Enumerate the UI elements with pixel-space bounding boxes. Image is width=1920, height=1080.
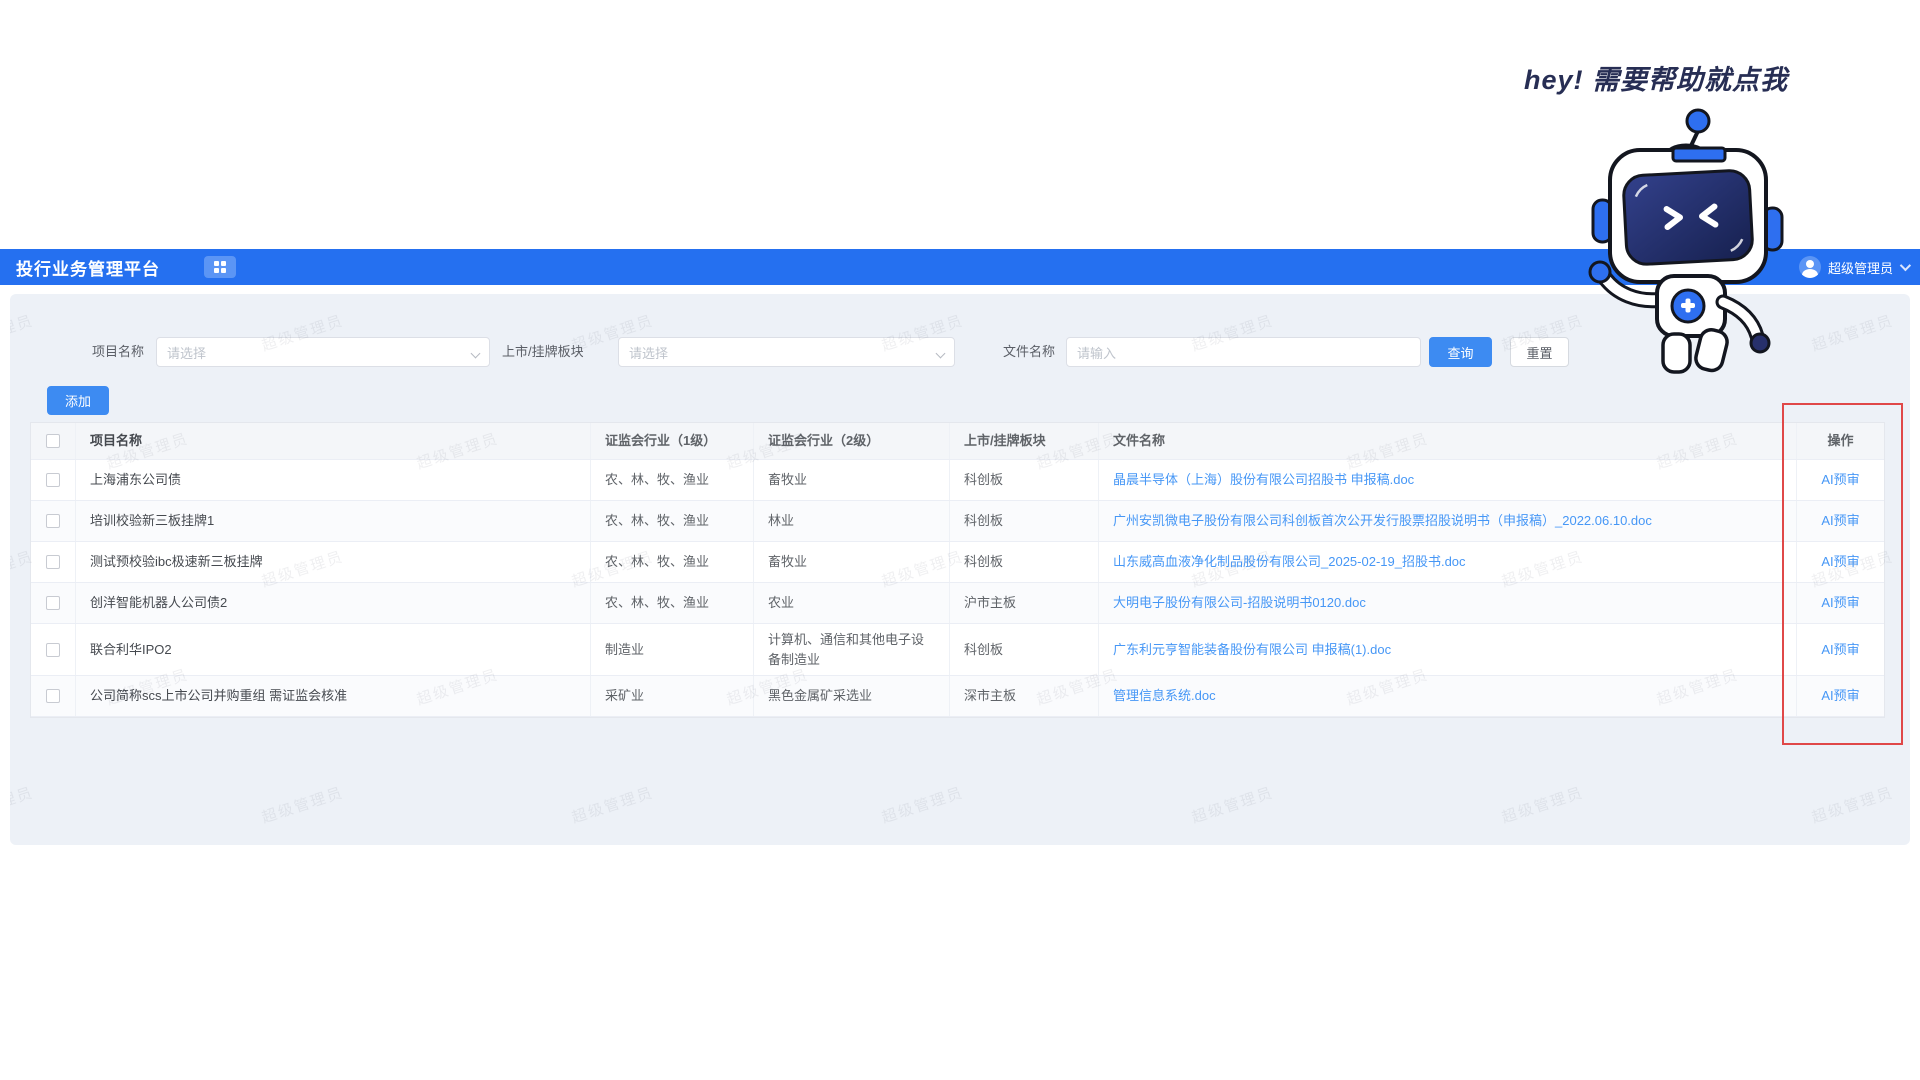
project-name-cell: 创洋智能机器人公司债2 <box>76 583 591 623</box>
col-header-industry1: 证监会行业（1级） <box>591 423 754 459</box>
table-row: 上海浦东公司债 农、林、牧、渔业 畜牧业 科创板 晶晨半导体（上海）股份有限公司… <box>31 460 1884 501</box>
table-row: 联合利华IPO2 制造业 计算机、通信和其他电子设备制造业 科创板 广东利元亨智… <box>31 624 1884 676</box>
chevron-down-icon <box>471 349 481 359</box>
row-checkbox[interactable] <box>46 643 60 657</box>
board-cell: 深市主板 <box>950 676 1099 716</box>
ai-review-link[interactable]: AI预审 <box>1821 552 1859 572</box>
file-link[interactable]: 广州安凯微电子股份有限公司科创板首次公开发行股票招股说明书（申报稿）_2022.… <box>1113 511 1652 531</box>
board-cell: 科创板 <box>950 542 1099 582</box>
file-link[interactable]: 管理信息系统.doc <box>1113 686 1216 706</box>
project-name-cell: 测试预校验ibc极速新三板挂牌 <box>76 542 591 582</box>
board-cell: 沪市主板 <box>950 583 1099 623</box>
row-checkbox[interactable] <box>46 473 60 487</box>
col-header-file: 文件名称 <box>1099 423 1797 459</box>
search-button[interactable]: 查询 <box>1429 337 1492 367</box>
row-checkbox[interactable] <box>46 555 60 569</box>
board-label: 上市/挂牌板块 <box>502 337 584 367</box>
col-header-action: 操作 <box>1797 423 1884 459</box>
file-name-input[interactable]: 请输入 <box>1066 337 1421 367</box>
board-cell: 科创板 <box>950 624 1099 675</box>
file-link[interactable]: 山东威高血液净化制品股份有限公司_2025-02-19_招股书.doc <box>1113 552 1466 572</box>
helper-bubble-text: hey! 需要帮助就点我 <box>1524 58 1884 97</box>
project-name-cell: 上海浦东公司债 <box>76 460 591 500</box>
watermark: 超级管理员 <box>879 781 966 827</box>
industry2-cell: 畜牧业 <box>754 542 950 582</box>
project-name-cell: 公司简称scs上市公司并购重组 需证监会核准 <box>76 676 591 716</box>
industry1-cell: 农、林、牧、渔业 <box>591 501 754 541</box>
projects-table: 项目名称 证监会行业（1级） 证监会行业（2级） 上市/挂牌板块 文件名称 操作… <box>30 422 1885 718</box>
select-all-checkbox[interactable] <box>46 434 60 448</box>
board-cell: 科创板 <box>950 460 1099 500</box>
add-button[interactable]: 添加 <box>47 386 109 415</box>
watermark: 超级管理员 <box>569 781 656 827</box>
file-link[interactable]: 晶晨半导体（上海）股份有限公司招股书 申报稿.doc <box>1113 470 1414 490</box>
file-link[interactable]: 广东利元亨智能装备股份有限公司 申报稿(1).doc <box>1113 640 1391 660</box>
col-header-industry2: 证监会行业（2级） <box>754 423 950 459</box>
row-checkbox[interactable] <box>46 514 60 528</box>
ai-review-link[interactable]: AI预审 <box>1821 686 1859 706</box>
industry1-cell: 采矿业 <box>591 676 754 716</box>
col-header-project: 项目名称 <box>76 423 591 459</box>
industry1-cell: 农、林、牧、渔业 <box>591 542 754 582</box>
watermark: 超级管理员 <box>10 781 36 827</box>
watermark: 超级管理员 <box>1809 781 1896 827</box>
robot-screen <box>1623 170 1753 265</box>
industry2-cell: 畜牧业 <box>754 460 950 500</box>
watermark: 超级管理员 <box>1189 781 1276 827</box>
table-row: 公司简称scs上市公司并购重组 需证监会核准 采矿业 黑色金属矿采选业 深市主板… <box>31 676 1884 717</box>
user-avatar-icon <box>1799 256 1821 278</box>
chevron-down-icon <box>936 349 946 359</box>
robot-hand-right <box>1751 334 1769 352</box>
col-header-board: 上市/挂牌板块 <box>950 423 1099 459</box>
industry2-cell: 农业 <box>754 583 950 623</box>
industry2-cell: 计算机、通信和其他电子设备制造业 <box>754 624 950 675</box>
watermark: 超级管理员 <box>1499 781 1586 827</box>
project-name-select[interactable]: 请选择 <box>156 337 490 367</box>
user-menu[interactable]: 超级管理员 <box>1799 249 1908 285</box>
table-row: 测试预校验ibc极速新三板挂牌 农、林、牧、渔业 畜牧业 科创板 山东威高血液净… <box>31 542 1884 583</box>
table-row: 创洋智能机器人公司债2 农、林、牧、渔业 农业 沪市主板 大明电子股份有限公司-… <box>31 583 1884 624</box>
table-header-row: 项目名称 证监会行业（1级） 证监会行业（2级） 上市/挂牌板块 文件名称 操作 <box>31 423 1884 460</box>
reset-button[interactable]: 重置 <box>1510 337 1569 367</box>
industry2-cell: 黑色金属矿采选业 <box>754 676 950 716</box>
project-name-cell: 联合利华IPO2 <box>76 624 591 675</box>
ai-review-link[interactable]: AI预审 <box>1821 640 1859 660</box>
robot-hand-left <box>1590 262 1610 282</box>
apps-grid-icon[interactable] <box>204 256 236 278</box>
robot-leg-left <box>1663 334 1690 372</box>
board-cell: 科创板 <box>950 501 1099 541</box>
industry1-cell: 农、林、牧、渔业 <box>591 460 754 500</box>
file-name-label: 文件名称 <box>1003 337 1055 367</box>
row-checkbox[interactable] <box>46 596 60 610</box>
table-body: 上海浦东公司债 农、林、牧、渔业 畜牧业 科创板 晶晨半导体（上海）股份有限公司… <box>31 460 1884 717</box>
page: hey! 需要帮助就点我 <box>0 0 1920 1080</box>
industry1-cell: 农、林、牧、渔业 <box>591 583 754 623</box>
watermark: 超级管理员 <box>259 781 346 827</box>
project-name-cell: 培训校验新三板挂牌1 <box>76 501 591 541</box>
table-row: 培训校验新三板挂牌1 农、林、牧、渔业 林业 科创板 广州安凯微电子股份有限公司… <box>31 501 1884 542</box>
ai-review-link[interactable]: AI预审 <box>1821 470 1859 490</box>
row-checkbox[interactable] <box>46 689 60 703</box>
project-name-label: 项目名称 <box>92 337 144 367</box>
board-select[interactable]: 请选择 <box>618 337 955 367</box>
robot-antenna-ball <box>1687 110 1709 132</box>
industry1-cell: 制造业 <box>591 624 754 675</box>
ai-review-link[interactable]: AI预审 <box>1821 593 1859 613</box>
industry2-cell: 林业 <box>754 501 950 541</box>
user-name: 超级管理员 <box>1828 258 1893 277</box>
ai-review-link[interactable]: AI预审 <box>1821 511 1859 531</box>
robot-mascot-icon[interactable] <box>1585 108 1800 390</box>
app-title: 投行业务管理平台 <box>16 255 160 280</box>
file-link[interactable]: 大明电子股份有限公司-招股说明书0120.doc <box>1113 593 1366 613</box>
chevron-down-icon <box>1900 260 1911 271</box>
